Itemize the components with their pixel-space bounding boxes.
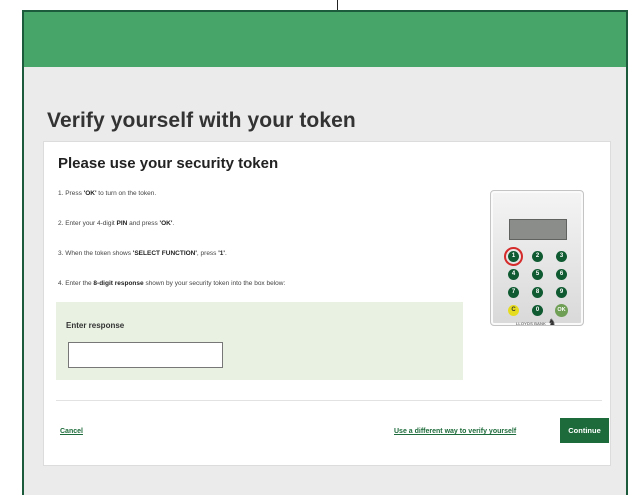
alternative-verification-link[interactable]: Use a different way to verify yourself (394, 428, 516, 435)
token-key-0: 0 (532, 305, 543, 316)
continue-button[interactable]: Continue (560, 418, 609, 443)
token-brand-text: LLOYDS BANK (516, 321, 546, 326)
card-title: Please use your security token (58, 155, 279, 172)
token-key-4: 4 (508, 269, 519, 280)
browser-frame: Verify yourself with your token Please u… (22, 10, 628, 495)
cancel-link[interactable]: Cancel (60, 428, 83, 435)
token-screen (509, 219, 567, 240)
token-key-7: 7 (508, 287, 519, 298)
token-key-8: 8 (532, 287, 543, 298)
token-key-1: 1 (508, 251, 519, 262)
response-panel: Enter response (56, 302, 463, 380)
response-input[interactable] (68, 342, 223, 368)
token-key-clear: C (508, 305, 519, 316)
page-title: Verify yourself with your token (47, 109, 356, 132)
token-key-3: 3 (556, 251, 567, 262)
token-key-9: 9 (556, 287, 567, 298)
token-key-2: 2 (532, 251, 543, 262)
token-key-ok: OK (555, 304, 568, 317)
divider (56, 400, 602, 401)
security-token-image: 1 2 3 4 5 6 7 8 9 C 0 OK LLOYDS BANK ♞ (490, 190, 584, 327)
step-1: 1. Press 'OK' to turn on the token. (58, 190, 157, 197)
response-label: Enter response (66, 321, 125, 330)
step-2: 2. Enter your 4-digit PIN and press 'OK'… (58, 220, 175, 227)
header-bar (24, 12, 626, 67)
token-key-5: 5 (532, 269, 543, 280)
horse-logo-icon: ♞ (548, 317, 557, 327)
step-3: 3. When the token shows 'SELECT FUNCTION… (58, 250, 227, 257)
step-4: 4. Enter the 8-digit response shown by y… (58, 280, 286, 287)
token-card: Please use your security token 1. Press … (43, 141, 611, 466)
token-key-6: 6 (556, 269, 567, 280)
